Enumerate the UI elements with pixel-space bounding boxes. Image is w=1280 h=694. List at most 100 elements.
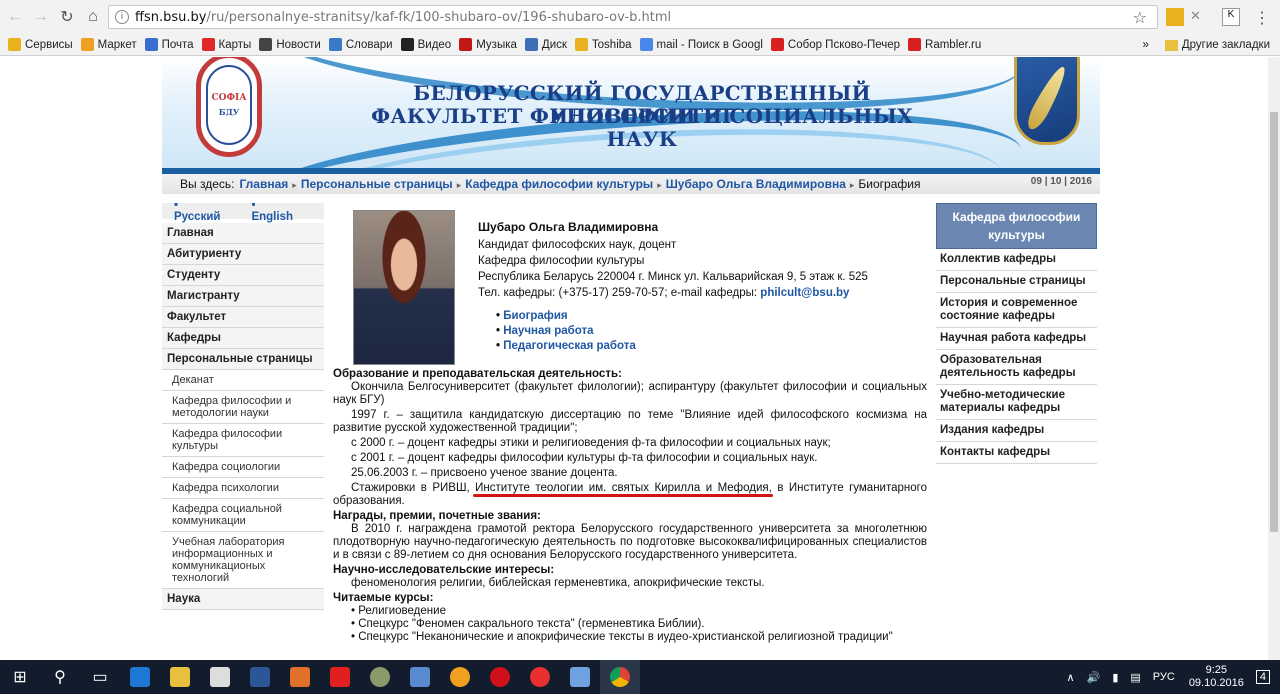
mail-icon[interactable] [400, 660, 440, 694]
forward-icon[interactable]: → [30, 6, 52, 28]
profile-link[interactable]: Биография [496, 310, 918, 323]
info-icon[interactable]: i [115, 10, 129, 24]
windows-start-icon[interactable]: ⊞ [0, 660, 40, 694]
right-nav-item[interactable]: Контакты кафедры [936, 442, 1097, 464]
page-scrollbar[interactable] [1268, 57, 1280, 660]
left-nav-item[interactable]: Кафедра философии культуры [162, 424, 324, 457]
left-nav-item[interactable]: Деканат [162, 370, 324, 391]
extension-icon[interactable]: ✕ [1190, 8, 1208, 26]
tray-chevron-icon[interactable]: ∧ [1067, 671, 1075, 684]
bookmark-label: Собор Псково-Печер [787, 38, 901, 51]
clock[interactable]: 9:25 09.10.2016 [1189, 664, 1244, 690]
profile-link[interactable]: Педагогическая работа [496, 340, 918, 353]
more-bookmarks-chevron[interactable]: » [1142, 39, 1148, 51]
language-indicator[interactable]: РУС [1153, 671, 1175, 683]
game-icon[interactable] [440, 660, 480, 694]
paint-icon[interactable] [560, 660, 600, 694]
file-explorer-icon[interactable] [160, 660, 200, 694]
extension-k-icon[interactable]: K [1222, 8, 1240, 26]
other-bookmarks-link[interactable]: Другие закладки [1182, 39, 1270, 51]
task-view-icon[interactable]: ▭ [80, 660, 120, 694]
right-nav-item[interactable]: Коллектив кафедры [936, 249, 1097, 271]
address-bar[interactable]: i ffsn.bsu.by/ru/personalnye-stranitsy/k… [108, 5, 1158, 29]
bookmark-label: Toshiba [591, 38, 632, 51]
store-icon[interactable] [200, 660, 240, 694]
profile-department: Кафедра философии культуры [478, 255, 645, 267]
left-nav-item[interactable]: Кафедра философии и методологии науки [162, 391, 324, 424]
reload-icon[interactable]: ↻ [56, 6, 78, 28]
bookmark-item[interactable]: Маркет [80, 38, 137, 51]
bookmark-item[interactable]: Toshiba [574, 38, 632, 51]
left-nav-item[interactable]: Кафедры [162, 328, 324, 349]
faculty-logo[interactable]: СОФІА БДУ [196, 57, 262, 157]
bookmark-item[interactable]: Почта [144, 38, 194, 51]
media-icon[interactable] [280, 660, 320, 694]
right-nav-item[interactable]: Образовательная деятельность кафедры [936, 350, 1097, 385]
bookmark-star-icon[interactable]: ☆ [1133, 8, 1147, 27]
paragraph: 1997 г. – защитила кандидатскую диссерта… [333, 409, 927, 434]
bookmark-item[interactable]: Видео [400, 38, 451, 51]
left-nav-item[interactable]: Наука [162, 589, 324, 610]
breadcrumb-link[interactable]: Персональные страницы [301, 177, 453, 191]
bookmark-item[interactable]: Сервисы [8, 38, 73, 51]
logo-text-sofia: СОФІА [211, 93, 247, 103]
left-nav-item[interactable]: Магистранту [162, 286, 324, 307]
extension-bookmark-icon[interactable] [1166, 8, 1184, 26]
battery-icon[interactable]: ▮ [1112, 671, 1118, 684]
left-nav-item[interactable]: Студенту [162, 265, 324, 286]
bookmark-item[interactable]: Новости [259, 38, 321, 51]
bookmark-item[interactable]: Диск [524, 38, 567, 51]
left-nav-item[interactable]: Абитуриенту [162, 244, 324, 265]
opera-icon[interactable] [480, 660, 520, 694]
lang-en-link[interactable]: ▪ English [251, 199, 312, 223]
network-icon[interactable]: ▤ [1130, 671, 1140, 684]
bookmark-favicon-icon [770, 38, 784, 51]
chrome-icon[interactable] [600, 660, 640, 694]
bookmark-favicon-icon [400, 38, 414, 51]
notifications-icon[interactable]: 4 [1255, 670, 1270, 684]
lang-ru-link[interactable]: ▪ Русский [174, 199, 239, 223]
course-item: Спецкурс "Неканонические и апокрифически… [351, 631, 927, 644]
volume-icon[interactable]: 🔊 [1087, 671, 1101, 684]
right-nav-item[interactable]: Научная работа кафедры [936, 328, 1097, 350]
bookmark-item[interactable]: Rambler.ru [908, 38, 981, 51]
left-nav-item[interactable]: Главная [162, 223, 324, 244]
back-icon[interactable]: ← [4, 6, 26, 28]
bookmark-label: mail - Поиск в Googl [656, 38, 763, 51]
bookmark-item[interactable]: Словари [328, 38, 393, 51]
left-nav-item[interactable]: Учебная лаборатория информационных и ком… [162, 532, 324, 589]
courses-list: РелигиоведениеСпецкурс "Феномен сакральн… [333, 605, 927, 644]
breadcrumb-link[interactable]: Кафедра философии культуры [465, 177, 653, 191]
menu-dots-icon[interactable]: ⋮ [1254, 8, 1270, 28]
right-nav-item[interactable]: История и современное состояние кафедры [936, 293, 1097, 328]
bookmark-favicon-icon [908, 38, 922, 51]
app-icon[interactable] [360, 660, 400, 694]
right-nav-item[interactable]: Учебно-методические материалы кафедры [936, 385, 1097, 420]
bookmark-favicon-icon [524, 38, 538, 51]
home-icon[interactable]: ⌂ [82, 6, 104, 28]
edge-icon[interactable] [120, 660, 160, 694]
right-nav-item[interactable]: Персональные страницы [936, 271, 1097, 293]
breadcrumb-items: Главная ▸ Персональные страницы ▸ Кафедра фи… [239, 177, 858, 191]
email-link[interactable]: philcult@bsu.by [760, 287, 849, 299]
bookmark-item[interactable]: Музыка [459, 38, 517, 51]
yandex-browser-icon[interactable] [520, 660, 560, 694]
right-nav-item[interactable]: Издания кафедры [936, 420, 1097, 442]
profile-link[interactable]: Научная работа [496, 325, 918, 338]
bookmark-favicon-icon [459, 38, 473, 51]
bookmark-item[interactable]: Собор Псково-Печер [770, 38, 901, 51]
right-sidebar-heading[interactable]: Кафедра философии культуры [936, 203, 1097, 249]
breadcrumb-link[interactable]: Шубаро Ольга Владимировна [666, 177, 846, 191]
bookmark-item[interactable]: mail - Поиск в Googl [639, 38, 763, 51]
left-nav-item[interactable]: Факультет [162, 307, 324, 328]
left-nav-item[interactable]: Персональные страницы [162, 349, 324, 370]
scrollbar-thumb[interactable] [1270, 112, 1278, 532]
left-nav-item[interactable]: Кафедра социальной коммуникации [162, 499, 324, 532]
left-nav-item[interactable]: Кафедра психологии [162, 478, 324, 499]
bookmark-item[interactable]: Карты [201, 38, 251, 51]
left-nav-item[interactable]: Кафедра социологии [162, 457, 324, 478]
breadcrumb-link[interactable]: Главная [239, 177, 288, 191]
yandex-icon[interactable] [320, 660, 360, 694]
search-icon[interactable]: ⚲ [40, 660, 80, 694]
word-icon[interactable] [240, 660, 280, 694]
